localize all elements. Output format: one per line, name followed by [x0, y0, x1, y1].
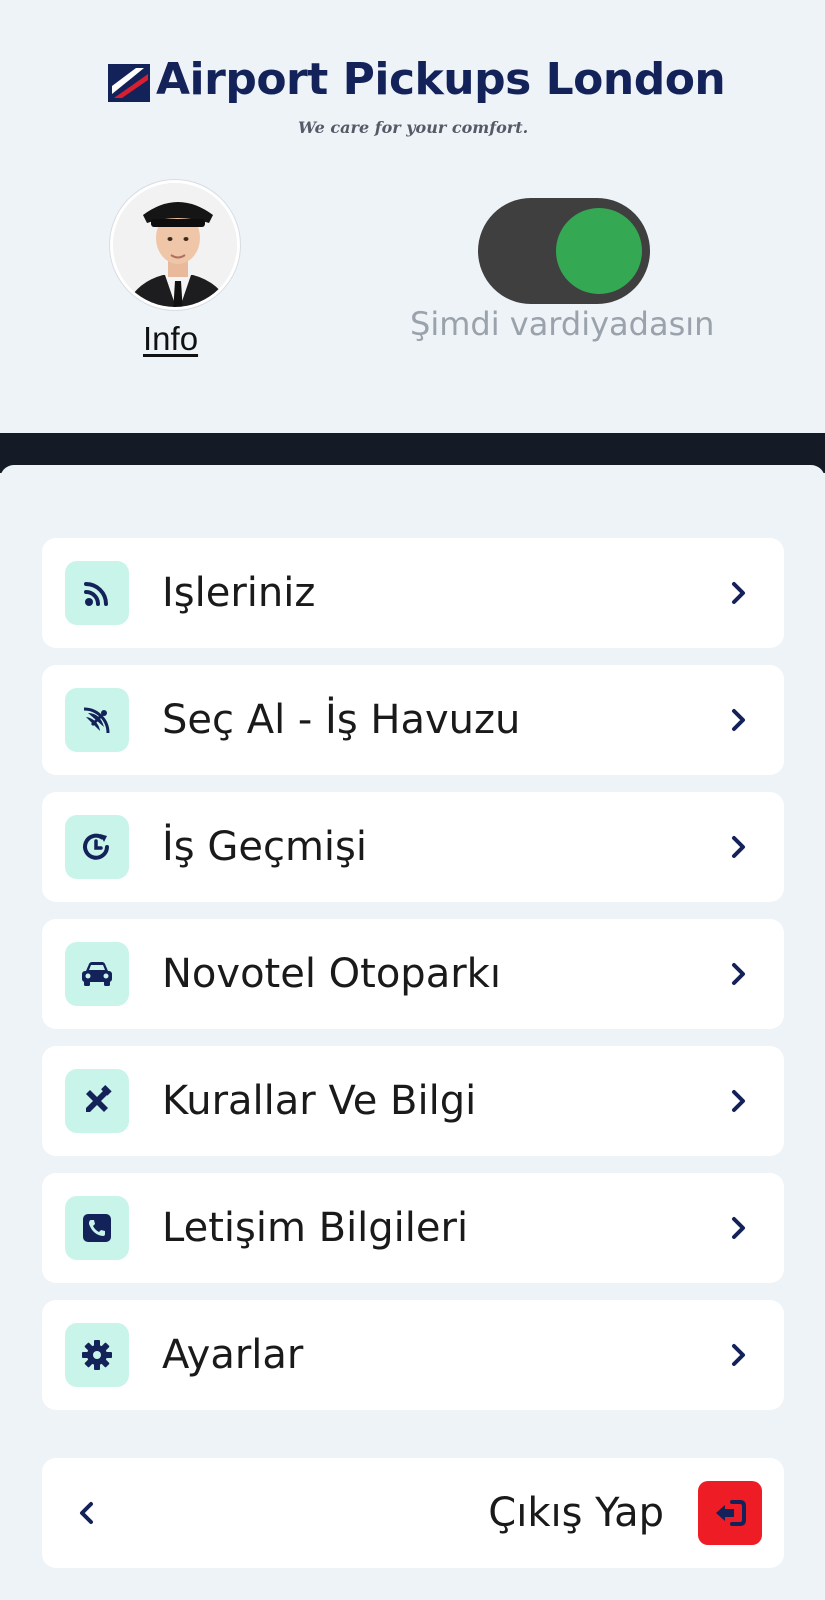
brand-logo: Airport Pickups London We care for your …	[108, 54, 726, 140]
menu-item-isleriniz[interactable]: Işleriniz	[42, 538, 784, 648]
menu-item-contact-info[interactable]: Letişim Bilgileri	[42, 1173, 784, 1283]
chevron-right-icon	[732, 1344, 745, 1366]
car-icon	[65, 942, 129, 1006]
info-link[interactable]: Info	[143, 320, 198, 358]
header: Airport Pickups London We care for your …	[0, 0, 825, 433]
brand-flag-icon	[108, 64, 150, 102]
satellite-dish-icon	[65, 688, 129, 752]
brand-tagline: We care for your comfort.	[298, 118, 529, 137]
menu-item-label: Letişim Bilgileri	[162, 1205, 469, 1251]
sign-out-icon[interactable]	[698, 1481, 762, 1545]
chevron-right-icon	[732, 1090, 745, 1112]
chevron-right-icon	[732, 709, 745, 731]
menu-item-job-history[interactable]: İş Geçmişi	[42, 792, 784, 902]
logout-row[interactable]: Çıkış Yap	[42, 1458, 784, 1568]
gear-icon	[65, 1323, 129, 1387]
chevron-right-icon	[732, 836, 745, 858]
driver-avatar[interactable]	[110, 180, 240, 310]
driver-portrait-icon	[113, 183, 237, 307]
menu-item-rules-info[interactable]: Kurallar Ve Bilgi	[42, 1046, 784, 1156]
menu-item-label: İş Geçmişi	[162, 824, 367, 870]
menu-item-job-pool[interactable]: Seç Al - İş Havuzu	[42, 665, 784, 775]
brand-name: Airport Pickups London	[156, 54, 726, 105]
menu-item-novotel-parking[interactable]: Novotel Otoparkı	[42, 919, 784, 1029]
menu-item-settings[interactable]: Ayarlar	[42, 1300, 784, 1410]
shift-status-text: Şimdi vardiyadasın	[410, 305, 715, 343]
history-clock-icon	[65, 815, 129, 879]
phone-square-icon	[65, 1196, 129, 1260]
menu-item-label: Kurallar Ve Bilgi	[162, 1078, 477, 1124]
chevron-right-icon	[732, 582, 745, 604]
chevron-left-icon[interactable]	[72, 1498, 102, 1528]
menu-item-label: Işleriniz	[162, 570, 316, 616]
menu-item-label: Ayarlar	[162, 1332, 304, 1378]
ruler-pencil-icon	[65, 1069, 129, 1133]
shift-toggle[interactable]	[478, 198, 650, 304]
menu-item-label: Novotel Otoparkı	[162, 951, 501, 997]
chevron-right-icon	[732, 963, 745, 985]
logout-label[interactable]: Çıkış Yap	[488, 1458, 664, 1568]
menu-item-label: Seç Al - İş Havuzu	[162, 697, 521, 743]
chevron-right-icon	[732, 1217, 745, 1239]
shift-toggle-knob[interactable]	[556, 208, 642, 294]
wifi-signal-icon	[65, 561, 129, 625]
main-menu: Işleriniz Seç Al - İş Havuzu İş Geçmişi	[42, 538, 784, 1427]
